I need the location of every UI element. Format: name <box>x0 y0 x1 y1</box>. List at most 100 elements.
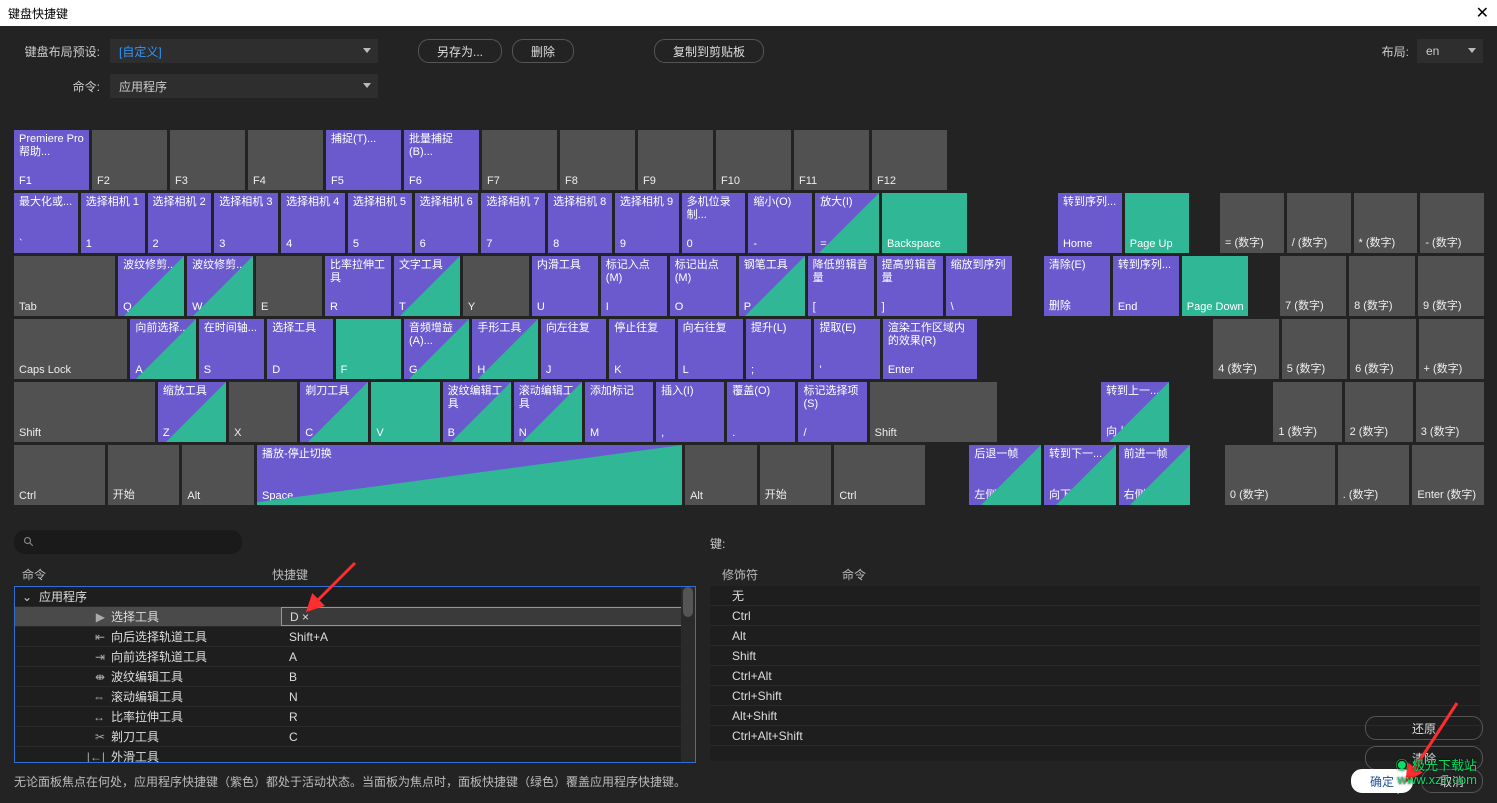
key--[interactable]: 转到下一...向下 <box>1044 445 1116 505</box>
list-item[interactable]: ▶选择工具D × <box>15 607 695 627</box>
key-w[interactable]: 波纹修剪...W <box>187 256 253 316</box>
save-as-button[interactable]: 另存为... <box>418 39 502 63</box>
item-shortcut[interactable]: R <box>281 708 695 725</box>
key--[interactable]: 缩小(O)- <box>748 193 812 253</box>
key--[interactable]: 清除(E)删除 <box>1044 256 1110 316</box>
item-shortcut[interactable]: Shift+A <box>281 628 695 645</box>
key-b[interactable]: 波纹编辑工具B <box>443 382 511 442</box>
item-shortcut[interactable]: C <box>281 728 695 745</box>
key-f7[interactable]: F7 <box>482 130 557 190</box>
key-p[interactable]: 钢笔工具P <box>739 256 805 316</box>
list-item[interactable]: ⇥向前选择轨道工具A <box>15 647 695 667</box>
close-icon[interactable]: ✕ <box>1476 3 1489 23</box>
key-page-down[interactable]: Page Down <box>1182 256 1248 316</box>
key-t[interactable]: 文字工具T <box>394 256 460 316</box>
modifier-item[interactable]: Ctrl <box>710 606 1480 626</box>
key-i[interactable]: 标记入点(M)I <box>601 256 667 316</box>
key-f6[interactable]: 批量捕捉(B)...F6 <box>404 130 479 190</box>
key-caps-lock[interactable]: Caps Lock <box>14 319 127 379</box>
search-input[interactable] <box>14 530 242 554</box>
key-g[interactable]: 音频增益(A)...G <box>404 319 469 379</box>
key-2[interactable]: 选择相机 22 <box>148 193 212 253</box>
list-item[interactable]: ⇔滚动编辑工具N <box>15 687 695 707</box>
key-7-[interactable]: 7 (数字) <box>1280 256 1346 316</box>
command-combo[interactable]: 应用程序 <box>110 74 378 98</box>
modifier-item[interactable]: Ctrl+Shift <box>710 686 1480 706</box>
key--[interactable]: 提取(E)' <box>814 319 879 379</box>
key--[interactable]: . (数字) <box>1338 445 1410 505</box>
command-list[interactable]: ⌄ 应用程序 ▶选择工具D ×⇤向后选择轨道工具Shift+A⇥向前选择轨道工具… <box>14 586 696 763</box>
delete-button[interactable]: 删除 <box>512 39 574 63</box>
key-tab[interactable]: Tab <box>14 256 115 316</box>
modifier-item[interactable]: Alt <box>710 626 1480 646</box>
key-c[interactable]: 剃刀工具C <box>300 382 368 442</box>
list-item[interactable]: ⇼波纹编辑工具B <box>15 667 695 687</box>
key-o[interactable]: 标记出点(M)O <box>670 256 736 316</box>
key--[interactable]: 提高剪辑音量] <box>877 256 943 316</box>
key-l[interactable]: 向右往复L <box>678 319 743 379</box>
key-4[interactable]: 选择相机 44 <box>281 193 345 253</box>
layout-combo[interactable]: en <box>1417 39 1483 63</box>
key-2-[interactable]: 2 (数字) <box>1345 382 1413 442</box>
preset-combo[interactable]: [自定义] <box>110 39 378 63</box>
key-page-up[interactable]: Page Up <box>1125 193 1189 253</box>
key--[interactable]: 开始 <box>760 445 832 505</box>
key-1[interactable]: 选择相机 11 <box>81 193 145 253</box>
key-9-[interactable]: 9 (数字) <box>1418 256 1484 316</box>
key-f11[interactable]: F11 <box>794 130 869 190</box>
key-end[interactable]: 转到序列...End <box>1113 256 1179 316</box>
key-shift[interactable]: Shift <box>870 382 997 442</box>
key-f[interactable]: F <box>336 319 401 379</box>
item-shortcut[interactable] <box>281 748 695 763</box>
key-f12[interactable]: F12 <box>872 130 947 190</box>
key-e[interactable]: E <box>256 256 322 316</box>
key-enter-[interactable]: Enter (数字) <box>1412 445 1484 505</box>
list-group[interactable]: ⌄ 应用程序 <box>15 587 695 607</box>
list-item[interactable]: ✂剃刀工具C <box>15 727 695 747</box>
key-shift[interactable]: Shift <box>14 382 155 442</box>
cancel-button[interactable]: 取消 <box>1421 769 1483 793</box>
key-home[interactable]: 转到序列...Home <box>1058 193 1122 253</box>
undo-button[interactable]: 还原 <box>1365 716 1483 740</box>
modifier-item[interactable]: 无 <box>710 586 1480 606</box>
list-item[interactable]: ↔比率拉伸工具R <box>15 707 695 727</box>
key--[interactable]: 标记选择项(S)/ <box>798 382 866 442</box>
key--[interactable]: 放大(I)= <box>815 193 879 253</box>
key-6-[interactable]: 6 (数字) <box>1350 319 1415 379</box>
key-f10[interactable]: F10 <box>716 130 791 190</box>
key-f2[interactable]: F2 <box>92 130 167 190</box>
key-y[interactable]: Y <box>463 256 529 316</box>
key-n[interactable]: 滚动编辑工具N <box>514 382 582 442</box>
key-alt[interactable]: Alt <box>685 445 757 505</box>
key-r[interactable]: 比率拉伸工具R <box>325 256 391 316</box>
key-f3[interactable]: F3 <box>170 130 245 190</box>
key-5-[interactable]: 5 (数字) <box>1282 319 1347 379</box>
key-1-[interactable]: 1 (数字) <box>1273 382 1341 442</box>
item-shortcut[interactable]: D × <box>281 607 695 626</box>
key-7[interactable]: 选择相机 77 <box>481 193 545 253</box>
list-item[interactable]: ⇤向后选择轨道工具Shift+A <box>15 627 695 647</box>
key-f5[interactable]: 捕捉(T)...F5 <box>326 130 401 190</box>
key--[interactable]: 缩放到序列\ <box>946 256 1012 316</box>
key-0[interactable]: 多机位录制...0 <box>682 193 746 253</box>
key--[interactable]: 开始 <box>108 445 180 505</box>
key-a[interactable]: 向前选择...A <box>130 319 195 379</box>
key-backspace[interactable]: Backspace <box>882 193 967 253</box>
item-shortcut[interactable]: A <box>281 648 695 665</box>
key-z[interactable]: 缩放工具Z <box>158 382 226 442</box>
key-0-[interactable]: 0 (数字) <box>1225 445 1335 505</box>
key-v[interactable]: V <box>371 382 439 442</box>
copy-clipboard-button[interactable]: 复制到剪贴板 <box>654 39 764 63</box>
key--[interactable]: 转到上一...向上 <box>1101 382 1169 442</box>
key--[interactable]: 覆盖(O). <box>727 382 795 442</box>
key-8[interactable]: 选择相机 88 <box>548 193 612 253</box>
key--[interactable]: 插入(I), <box>656 382 724 442</box>
key-8-[interactable]: 8 (数字) <box>1349 256 1415 316</box>
key--[interactable]: / (数字) <box>1287 193 1351 253</box>
key-3[interactable]: 选择相机 33 <box>214 193 278 253</box>
key-d[interactable]: 选择工具D <box>267 319 332 379</box>
key-alt[interactable]: Alt <box>182 445 254 505</box>
item-shortcut[interactable]: B <box>281 668 695 685</box>
key-enter[interactable]: 渲染工作区域内的效果(R)Enter <box>883 319 977 379</box>
key-x[interactable]: X <box>229 382 297 442</box>
